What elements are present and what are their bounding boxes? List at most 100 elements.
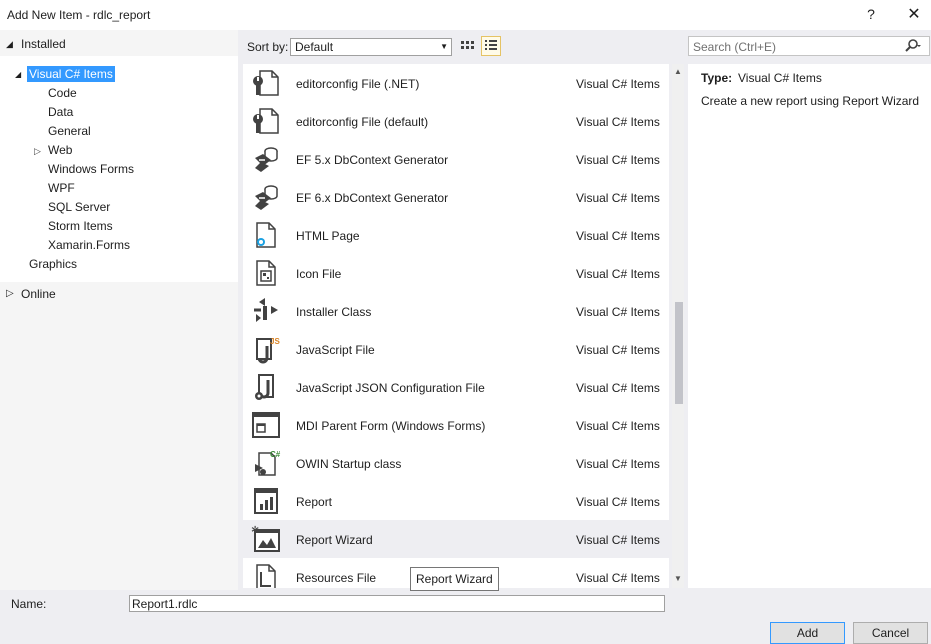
detail-pane (688, 64, 931, 588)
item-name: Icon File (296, 267, 342, 281)
database-generator-icon (251, 182, 281, 212)
tree-item-wpf[interactable]: WPF (48, 181, 75, 195)
wrench-file-icon (251, 106, 281, 136)
item-category: Visual C# Items (576, 191, 660, 205)
item-name: Report Wizard (296, 533, 373, 547)
tree-installed-label: Installed (21, 37, 66, 51)
list-item[interactable]: C# OWIN Startup class Visual C# Items (243, 444, 669, 482)
item-name: EF 6.x DbContext Generator (296, 191, 449, 205)
tree-installed[interactable]: ◢ Installed (0, 34, 238, 56)
list-item[interactable]: HTML Page Visual C# Items (243, 216, 669, 254)
search-placeholder: Search (Ctrl+E) (693, 40, 777, 54)
mdi-form-icon (251, 410, 281, 440)
list-item[interactable]: editorconfig File (default) Visual C# Ite… (243, 102, 669, 140)
search-input[interactable]: Search (Ctrl+E) (688, 36, 930, 56)
item-category: Visual C# Items (576, 533, 660, 547)
expand-arrow-icon[interactable]: ▷ (34, 146, 41, 157)
svg-text:JS: JS (270, 337, 280, 346)
close-button[interactable]: ✕ (905, 4, 923, 24)
list-item[interactable]: EF 5.x DbContext Generator Visual C# Item… (243, 140, 669, 178)
item-category: Visual C# Items (576, 77, 660, 91)
item-category: Visual C# Items (576, 115, 660, 129)
template-list: editorconfig File (.NET) Visual C# Items e… (243, 64, 669, 588)
sort-value: Default (295, 40, 334, 54)
expand-arrow-icon: ▷ (6, 288, 14, 299)
item-category: Visual C# Items (576, 153, 660, 167)
owin-startup-icon: C# (251, 448, 281, 478)
collapse-arrow-icon[interactable]: ◢ (15, 70, 21, 79)
list-view-icon[interactable] (481, 36, 501, 56)
tree-item-general[interactable]: General (48, 124, 91, 138)
list-item[interactable]: MDI Parent Form (Windows Forms) Visual C#… (243, 406, 669, 444)
item-category: Visual C# Items (576, 495, 660, 509)
list-item[interactable]: ✲ Report Wizard Visual C# Items (243, 520, 669, 558)
name-label: Name: (11, 597, 47, 611)
icon-file-icon (251, 258, 281, 288)
item-name: Resources File (296, 571, 377, 585)
scroll-down-icon[interactable]: ▼ (674, 574, 682, 583)
tooltip: Report Wizard (410, 567, 499, 591)
list-item[interactable]: JavaScript JSON Configuration File Visual… (243, 368, 669, 406)
tree-item-windows-forms[interactable]: Windows Forms (48, 162, 134, 176)
item-category: Visual C# Items (576, 267, 660, 281)
list-item[interactable]: Icon File Visual C# Items (243, 254, 669, 292)
tree-item-data[interactable]: Data (48, 105, 73, 119)
list-item[interactable]: Installer Class Visual C# Items (243, 292, 669, 330)
item-category: Visual C# Items (576, 419, 660, 433)
tree-online-label: Online (21, 287, 56, 301)
name-field[interactable]: Report1.rdlc (129, 595, 665, 612)
tree-item-sql-server[interactable]: SQL Server (48, 200, 110, 214)
tree-item-visual-csharp[interactable]: Visual C# Items (27, 66, 115, 82)
name-field-value: Report1.rdlc (132, 597, 198, 611)
collapse-arrow-icon: ◢ (6, 39, 13, 49)
html-page-icon (251, 220, 281, 250)
item-name: editorconfig File (.NET) (296, 77, 420, 91)
tree-item-graphics[interactable]: Graphics (29, 257, 77, 271)
grid-view-icon[interactable] (459, 37, 477, 55)
database-generator-icon (251, 144, 281, 174)
installer-class-icon (251, 296, 281, 326)
list-item[interactable]: JS JavaScript File Visual C# Items (243, 330, 669, 368)
sort-dropdown[interactable]: Default ▼ (290, 38, 452, 56)
tree-item-storm-items[interactable]: Storm Items (48, 219, 113, 233)
type-label: Type: (701, 71, 733, 85)
item-name: OWIN Startup class (296, 457, 402, 471)
type-value: Visual C# Items (738, 71, 822, 85)
list-item[interactable]: Report Visual C# Items (243, 482, 669, 520)
search-icon[interactable] (905, 39, 921, 53)
item-name: JavaScript JSON Configuration File (296, 381, 485, 395)
wrench-file-icon (251, 68, 281, 98)
item-description: Create a new report using Report Wizard (701, 94, 920, 108)
scroll-up-icon[interactable]: ▲ (674, 67, 682, 76)
list-item[interactable]: editorconfig File (.NET) Visual C# Items (243, 64, 669, 102)
item-name: MDI Parent Form (Windows Forms) (296, 419, 486, 433)
add-button[interactable]: Add (770, 622, 845, 644)
scrollbar-thumb[interactable] (675, 302, 683, 404)
javascript-file-icon: JS (251, 334, 281, 364)
resources-file-icon (251, 562, 281, 588)
svg-text:C#: C# (270, 450, 281, 459)
report-wizard-icon: ✲ (251, 524, 281, 554)
tree-item-code[interactable]: Code (48, 86, 77, 100)
report-icon (251, 486, 281, 516)
item-name: JavaScript File (296, 343, 375, 357)
svg-text:✲: ✲ (251, 525, 259, 536)
tree-online[interactable]: ▷ Online (0, 284, 238, 306)
tree-item-web[interactable]: Web (48, 143, 72, 157)
help-button[interactable]: ? (864, 6, 878, 22)
json-config-icon (251, 372, 281, 402)
item-category: Visual C# Items (576, 571, 660, 585)
item-category: Visual C# Items (576, 343, 660, 357)
sort-label: Sort by: (247, 40, 289, 54)
list-item[interactable]: EF 6.x DbContext Generator Visual C# Item… (243, 178, 669, 216)
item-name: EF 5.x DbContext Generator (296, 153, 449, 167)
cancel-button[interactable]: Cancel (853, 622, 928, 644)
item-name: HTML Page (296, 229, 360, 243)
item-name: Installer Class (296, 305, 372, 319)
item-category: Visual C# Items (576, 381, 660, 395)
item-name: Report (296, 495, 333, 509)
chevron-down-icon: ▼ (440, 42, 448, 51)
item-category: Visual C# Items (576, 229, 660, 243)
item-category: Visual C# Items (576, 305, 660, 319)
tree-item-xamarin-forms[interactable]: Xamarin.Forms (48, 238, 130, 252)
